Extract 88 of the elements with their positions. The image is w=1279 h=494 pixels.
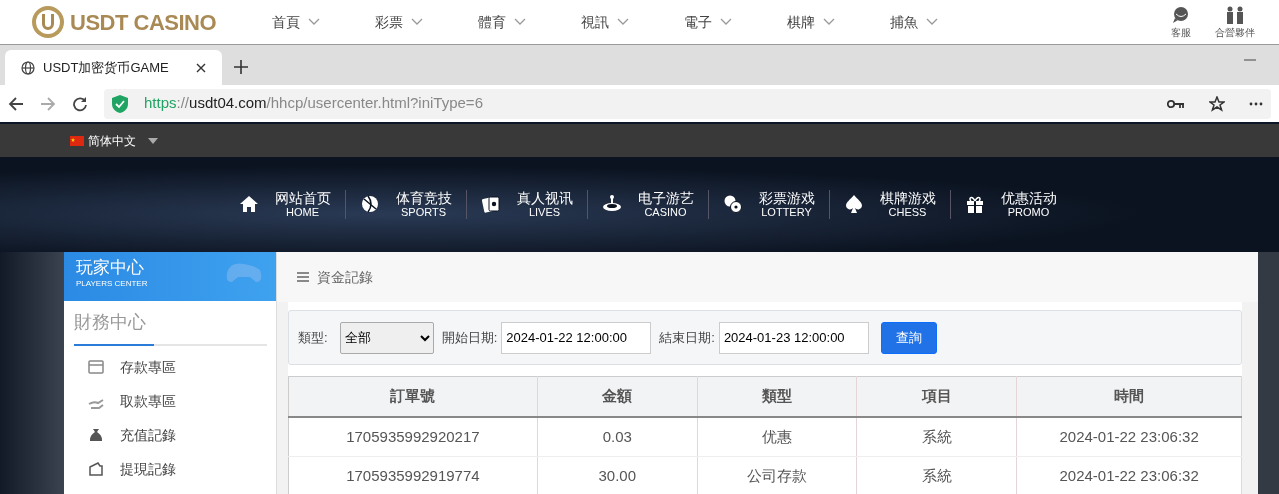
home-icon[interactable] (238, 194, 259, 215)
table-cell: 系統 (856, 416, 1017, 457)
nav-subtitle: CASINO (644, 206, 687, 220)
chevron-down-icon (617, 18, 630, 26)
flag-icon (70, 135, 84, 146)
nav-link[interactable]: 体育竞技 (395, 189, 452, 207)
section-title: 財務中心 (74, 312, 146, 332)
header-link[interactable]: 合營夥伴 (1215, 28, 1255, 38)
chevron-down-icon (514, 18, 527, 26)
chevron-down-icon (823, 18, 836, 26)
url-text: https://usdt04.com/hhcp/usercenter.html?iniType=6 (144, 93, 483, 114)
menu-link[interactable]: 視訊 (581, 11, 610, 33)
browser-tab[interactable]: USDT加密货币GAME (5, 50, 222, 85)
column-header: 項目 (856, 376, 1017, 417)
sidebar-item[interactable]: 提現記錄 (64, 452, 276, 486)
menu-icon (297, 272, 309, 282)
shield-icon (112, 94, 128, 113)
field-label: 開始日期: (441, 328, 498, 347)
table-cell: 0.03 (537, 416, 698, 457)
column-header: 時間 (1016, 376, 1242, 417)
plus-icon[interactable] (234, 60, 248, 74)
sidebar-subtitle: PLAYERS CENTER (76, 278, 148, 291)
nav-subtitle: HOME (286, 206, 319, 220)
sidebar-item[interactable]: 取款專區 (64, 384, 276, 418)
chat-icon (1171, 6, 1191, 24)
star-icon[interactable] (1209, 95, 1225, 112)
more-icon[interactable] (1249, 101, 1263, 106)
logo-icon (30, 4, 66, 40)
header-link[interactable]: 客服 (1171, 28, 1191, 38)
key-icon[interactable] (1167, 98, 1185, 109)
nav-subtitle: CHESS (888, 206, 927, 220)
table-cell: 优惠 (697, 416, 857, 457)
nav-subtitle: SPORTS (401, 206, 446, 220)
nav-link[interactable]: 网站首页 (274, 189, 331, 207)
gift-icon[interactable] (964, 194, 985, 215)
table-cell: 2024-01-22 23:06:32 (1016, 456, 1242, 494)
table-cell: 2024-01-22 23:06:32 (1016, 416, 1242, 457)
table-cell: 30.00 (537, 456, 698, 494)
language-selector[interactable]: 简体中文 (0, 124, 1279, 157)
sidebar-title: 玩家中心 (76, 258, 145, 279)
nav-subtitle: LIVES (528, 206, 561, 220)
logo-text: USDT CASINO (70, 8, 217, 37)
globe-icon (21, 60, 35, 75)
cards-icon[interactable] (480, 194, 501, 215)
back-icon[interactable] (8, 95, 24, 112)
card-icon (88, 359, 104, 375)
reload-icon[interactable] (72, 95, 88, 112)
type-select[interactable]: 全部 (339, 321, 434, 354)
close-icon[interactable] (196, 62, 206, 73)
date-field[interactable]: 2024-01-22 12:00:00 (501, 321, 652, 354)
nav-link[interactable]: 真人视讯 (516, 189, 573, 207)
bag-icon (88, 427, 104, 443)
menu-link[interactable]: 棋牌 (787, 11, 816, 33)
menu-link[interactable]: 體育 (478, 11, 507, 33)
date-field[interactable]: 2024-01-23 12:00:00 (718, 321, 869, 354)
column-header: 類型 (697, 376, 857, 417)
chevron-down-icon (308, 18, 321, 26)
search-button[interactable]: 查詢 (880, 321, 937, 354)
chevron-down-icon (411, 18, 424, 26)
sports-icon[interactable] (359, 194, 380, 215)
address-field[interactable]: https://usdt04.com/hhcp/usercenter.html?iniType=6 (104, 88, 1271, 119)
column-header: 金額 (537, 376, 698, 417)
people-icon (1225, 6, 1245, 24)
nav-link[interactable]: 彩票游戏 (758, 189, 815, 207)
table-cell: 公司存款 (697, 456, 857, 494)
sidebar-item[interactable]: 充值記錄 (64, 418, 276, 452)
table-cell: 1705935992920217 (288, 416, 538, 457)
field-label: 類型: (298, 328, 328, 347)
nav-link[interactable]: 电子游艺 (637, 189, 694, 207)
menu-link[interactable]: 捕魚 (890, 11, 919, 33)
nav-subtitle: LOTTERY (761, 206, 812, 220)
spade-icon[interactable] (843, 194, 864, 215)
field-label: 結束日期: (659, 328, 715, 347)
breadcrumb-text: 資金記錄 (317, 267, 373, 287)
table-cell: 系統 (856, 456, 1017, 494)
column-header: 訂單號 (288, 376, 538, 417)
chevron-down-icon (926, 18, 939, 26)
menu-link[interactable]: 彩票 (375, 11, 404, 33)
menu-link[interactable]: 電子 (684, 11, 713, 33)
nav-link[interactable]: 棋牌游戏 (879, 189, 936, 207)
menu-link[interactable]: 首頁 (272, 11, 301, 33)
nav-subtitle: PROMO (1007, 206, 1050, 220)
sidebar-item[interactable]: 存款專區 (64, 350, 276, 384)
caret-icon (148, 137, 158, 144)
balls-icon[interactable] (722, 194, 743, 215)
table-cell: 1705935992919774 (288, 456, 538, 494)
nav-link[interactable]: 优惠活动 (1000, 189, 1057, 207)
chevron-down-icon (720, 18, 733, 26)
